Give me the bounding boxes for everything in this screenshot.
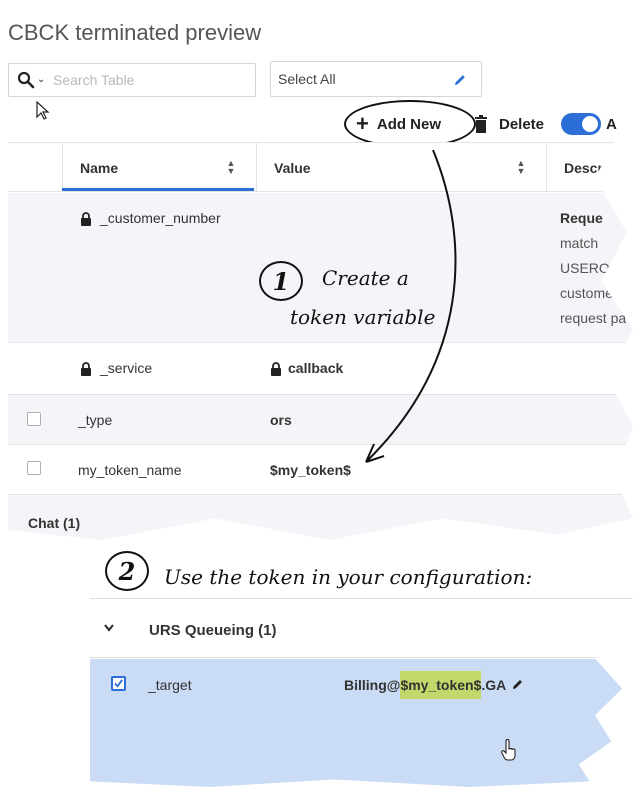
row-description: custome: [560, 285, 613, 301]
step-1-number: 1: [272, 267, 290, 296]
column-header-value[interactable]: Value: [274, 160, 311, 176]
check-icon: [114, 679, 123, 688]
column-divider: [256, 143, 257, 191]
table-row[interactable]: _service callback: [8, 343, 633, 395]
step-2-text: Use the token in your configuration:: [164, 565, 533, 589]
step-1-badge: 1: [259, 261, 303, 301]
sort-icon[interactable]: ▲ ▼: [516, 159, 526, 176]
group-row-chat[interactable]: Chat (1): [8, 495, 633, 540]
select-all-label: Select All: [278, 71, 336, 87]
plus-icon: +: [356, 111, 369, 136]
table-header: Name ▲ ▼ Value ▲ ▼ Descr: [8, 142, 633, 192]
row-value: Billing@$my_token$.GA: [344, 671, 507, 699]
lock-icon: [271, 362, 281, 376]
group-header[interactable]: URS Queueing (1): [90, 598, 633, 658]
table-row[interactable]: my_token_name $my_token$: [8, 445, 633, 495]
search-icon[interactable]: [17, 71, 35, 89]
row-checkbox[interactable]: [27, 412, 41, 426]
configuration-panel: URS Queueing (1) _target Billing@$my_tok…: [90, 598, 633, 787]
row-checkbox-checked[interactable]: [111, 676, 126, 691]
step-1-text-line2: token variable: [290, 305, 436, 329]
column-header-description[interactable]: Descr: [564, 160, 603, 176]
row-name: my_token_name: [78, 462, 182, 478]
search-placeholder: Search Table: [53, 72, 135, 88]
search-input[interactable]: ⌄ Search Table: [8, 63, 256, 97]
select-all-dropdown[interactable]: Select All: [270, 61, 482, 97]
highlighted-token: $my_token$: [400, 671, 482, 699]
toggle-label: A: [606, 116, 617, 133]
group-title: URS Queueing (1): [149, 622, 277, 639]
lock-icon: [81, 212, 91, 226]
column-header-name[interactable]: Name: [80, 160, 118, 176]
row-value: ors: [270, 412, 292, 428]
table-panel: CBCK terminated preview ⌄ Search Table S…: [0, 0, 633, 540]
row-name: _customer_number: [100, 210, 221, 226]
step-2-number: 2: [118, 557, 136, 586]
delete-button[interactable]: Delete: [499, 116, 544, 133]
add-new-label: Add New: [376, 115, 442, 133]
pencil-icon[interactable]: [453, 73, 467, 87]
sort-icon[interactable]: ▲ ▼: [226, 159, 236, 176]
step-2-badge: 2: [105, 551, 149, 591]
lock-icon: [81, 362, 91, 376]
row-value: callback: [288, 360, 344, 376]
table-row[interactable]: _type ors: [8, 395, 633, 445]
row-name: _type: [78, 412, 113, 428]
group-row-label: Chat (1): [28, 515, 81, 531]
add-new-button[interactable]: + Add New: [356, 110, 441, 138]
hand-cursor-icon: [501, 739, 516, 761]
row-description: Reque: [560, 210, 603, 226]
row-checkbox[interactable]: [27, 461, 41, 475]
column-divider: [62, 143, 63, 191]
row-description: USEROF: [560, 260, 619, 276]
column-divider: [546, 143, 547, 191]
toggle-switch[interactable]: [561, 113, 601, 135]
table-row-selected[interactable]: _target Billing@$my_token$.GA: [90, 659, 633, 787]
page-title: CBCK terminated preview: [8, 20, 262, 45]
row-name: _target: [148, 677, 192, 693]
value-suffix: .GA: [481, 677, 507, 693]
active-sort-underline: [62, 188, 254, 191]
trash-icon[interactable]: [473, 114, 489, 134]
row-description: match: [560, 235, 599, 251]
row-name: _service: [100, 360, 153, 376]
step-1-text-line1: Create a: [322, 266, 409, 290]
chevron-down-icon[interactable]: [103, 623, 115, 633]
toggle-knob: [582, 116, 598, 132]
row-value: $my_token$: [270, 462, 351, 478]
pencil-icon[interactable]: [512, 678, 524, 690]
search-scope-chevron-icon[interactable]: ⌄: [37, 74, 45, 85]
value-prefix: Billing@: [344, 677, 401, 693]
arrow-cursor-icon: [36, 101, 50, 120]
row-description: request pa: [560, 310, 627, 326]
